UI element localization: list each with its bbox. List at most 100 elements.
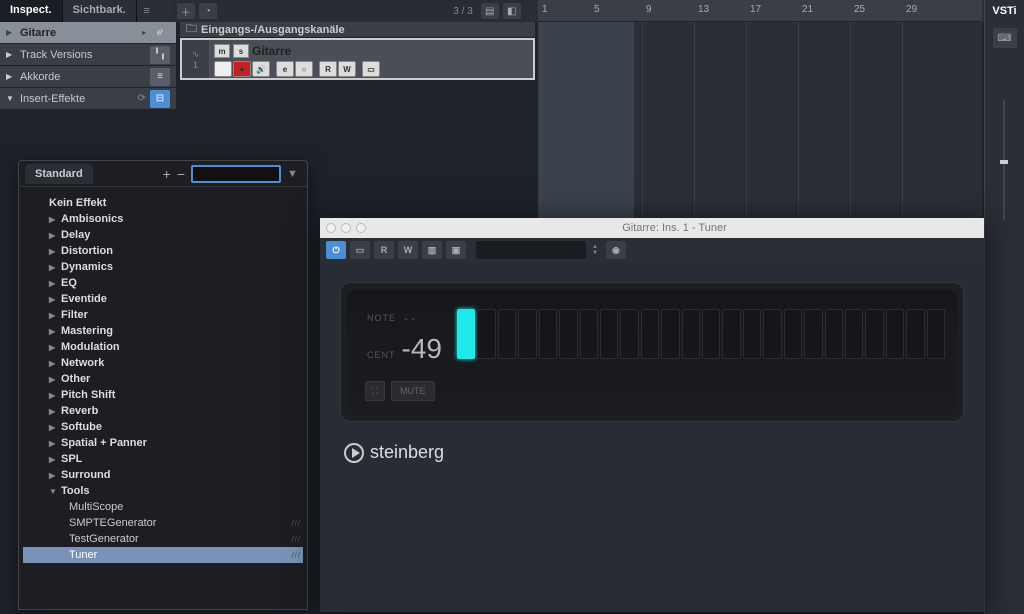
inspector-inserts[interactable]: ▼ Insert-Effekte ⟳ ⊟ [0,88,176,110]
add-track-button[interactable]: ＋ [177,3,195,19]
meter-segment [539,309,557,359]
minimize-window-button[interactable] [341,223,351,233]
plugin-search-input[interactable] [191,165,281,183]
toolbar-button[interactable]: ◧ [503,3,521,19]
inspector-track-versions[interactable]: ▶ Track Versions ╹╻ [0,44,176,66]
slider-handle[interactable] [1000,160,1008,164]
plugin-toolbar-button[interactable]: ▥ [422,241,442,259]
tab-vsti[interactable]: VSTi [985,0,1024,22]
expand-arrow-icon: ▶ [49,263,59,272]
plugin-category[interactable]: Kein Effekt [23,195,303,211]
inspector-menu-icon[interactable]: ≡ [137,0,157,22]
plugin-category[interactable]: ▶SPL [23,451,303,467]
expand-arrow-icon: ▶ [49,295,59,304]
expand-arrow-icon: ▶ [49,471,59,480]
audio-wave-icon: ∿ [192,49,200,60]
meter-segment [845,309,863,359]
plugin-item[interactable]: TestGenerator/// [23,531,303,547]
plugin-item[interactable]: SMPTEGenerator/// [23,515,303,531]
plugin-window: Gitarre: Ins. 1 - Tuner ⏻ ▭ R W ▥ ▣ ▲▼ ◉… [320,218,984,612]
plugin-category[interactable]: ▶Modulation [23,339,303,355]
zoom-window-button[interactable] [356,223,366,233]
solo-button[interactable]: s [233,44,249,58]
meter-segment [457,309,475,359]
list-view-button[interactable]: ▤ [481,3,499,19]
inspector-track-header[interactable]: ▶ Gitarre ▸ ℯ [0,22,176,44]
expand-arrow-icon: ▶ [49,311,59,320]
expand-all-button[interactable]: + [163,166,171,182]
plugin-category[interactable]: ▶Dynamics [23,259,303,275]
read-automation-button[interactable]: R [374,241,394,259]
plugin-category[interactable]: ▶Reverb [23,403,303,419]
tab-visibility[interactable]: Sichtbark. [63,0,137,22]
edit-channel-icon[interactable]: ℯ [150,24,170,42]
meter-segment [804,309,822,359]
plugin-category[interactable]: ▶Eventide [23,291,303,307]
track-handle[interactable]: ∿ 1 [182,40,210,78]
freeze-button[interactable]: ○ [295,61,313,77]
record-enable-button[interactable]: ● [233,61,251,77]
monitor-button[interactable]: 🔊 [252,61,270,77]
steinberg-logo: steinberg [344,442,960,463]
plugin-category[interactable]: ▶Surround [23,467,303,483]
snapshot-button[interactable]: ◉ [606,241,626,259]
expand-arrow-icon: ▶ [49,391,59,400]
fullscreen-button[interactable]: ⛶ [365,381,385,401]
chords-settings-icon[interactable]: ≡ [150,68,170,86]
tab-inspector[interactable]: Inspect. [0,0,63,22]
plugin-category[interactable]: ▶Softube [23,419,303,435]
plugin-slots-icon: /// [291,551,301,560]
inserts-bypass-icon[interactable]: ⊟ [150,90,170,108]
steinberg-icon [344,443,364,463]
collapse-all-button[interactable]: − [177,166,185,182]
plugin-item-selected[interactable]: Tuner/// [23,547,303,563]
vsti-slider[interactable] [1000,100,1008,220]
plugin-category[interactable]: ▶Filter [23,307,303,323]
inspector-chords[interactable]: ▶ Akkorde ≡ [0,66,176,88]
meter-segment [906,309,924,359]
plugin-category[interactable]: ▶Ambisonics [23,211,303,227]
preset-selector[interactable] [476,241,586,259]
plugin-toolbar-button[interactable]: ▭ [350,241,370,259]
window-titlebar[interactable]: Gitarre: Ins. 1 - Tuner [320,218,984,238]
plugin-item[interactable]: MultiScope [23,499,303,515]
io-channels-folder[interactable]: 🗀 Eingangs-/Ausgangskanäle [180,22,535,38]
plugin-toolbar: ⏻ ▭ R W ▥ ▣ ▲▼ ◉ [320,238,984,262]
close-window-button[interactable] [326,223,336,233]
plugin-tree[interactable]: Kein Effekt▶Ambisonics▶Delay▶Distortion▶… [19,187,307,571]
write-automation-button[interactable]: W [338,61,356,77]
plugin-category[interactable]: ▶Delay [23,227,303,243]
mute-button[interactable]: MUTE [391,381,435,401]
track-versions-icon[interactable]: ╹╻ [150,46,170,64]
track-checkbox[interactable] [214,61,232,77]
browser-tab-standard[interactable]: Standard [25,164,93,184]
plugin-category[interactable]: ▶EQ [23,275,303,291]
ruler-mark: 25 [854,4,865,15]
mute-button[interactable]: m [214,44,230,58]
plugin-browser: Standard + − ▼ Kein Effekt▶Ambisonics▶De… [18,160,308,610]
read-automation-button[interactable]: R [319,61,337,77]
plugin-category[interactable]: ▶Distortion [23,243,303,259]
plugin-category[interactable]: ▶Spatial + Panner [23,435,303,451]
plugin-slots-icon: /// [291,535,301,544]
track-name[interactable]: Gitarre [252,44,291,58]
lanes-button[interactable]: ▭ [362,61,380,77]
arrangement-area[interactable] [538,22,982,222]
dropdown-icon[interactable]: ▼ [287,168,301,180]
ruler-mark: 1 [542,4,548,15]
plugin-toolbar-button[interactable]: ▣ [446,241,466,259]
plugin-power-button[interactable]: ⏻ [326,241,346,259]
edit-channel-button[interactable]: e [276,61,294,77]
plugin-category[interactable]: ▶Mastering [23,323,303,339]
cent-value: -49 [402,333,442,365]
plugin-category[interactable]: ▶Other [23,371,303,387]
plugin-category[interactable]: ▼Tools [23,483,303,499]
meter-segment [784,309,802,359]
plugin-category[interactable]: ▶Network [23,355,303,371]
track-row[interactable]: ∿ 1 m s Gitarre ● 🔊 e ○ R W ▭ [180,38,535,80]
timeline-ruler[interactable]: 1591317212529 [538,0,982,22]
plugin-category[interactable]: ▶Pitch Shift [23,387,303,403]
vsti-rack-button[interactable]: ⌨ [993,28,1017,48]
toolbar-button[interactable]: ◔ [199,3,217,19]
write-automation-button[interactable]: W [398,241,418,259]
